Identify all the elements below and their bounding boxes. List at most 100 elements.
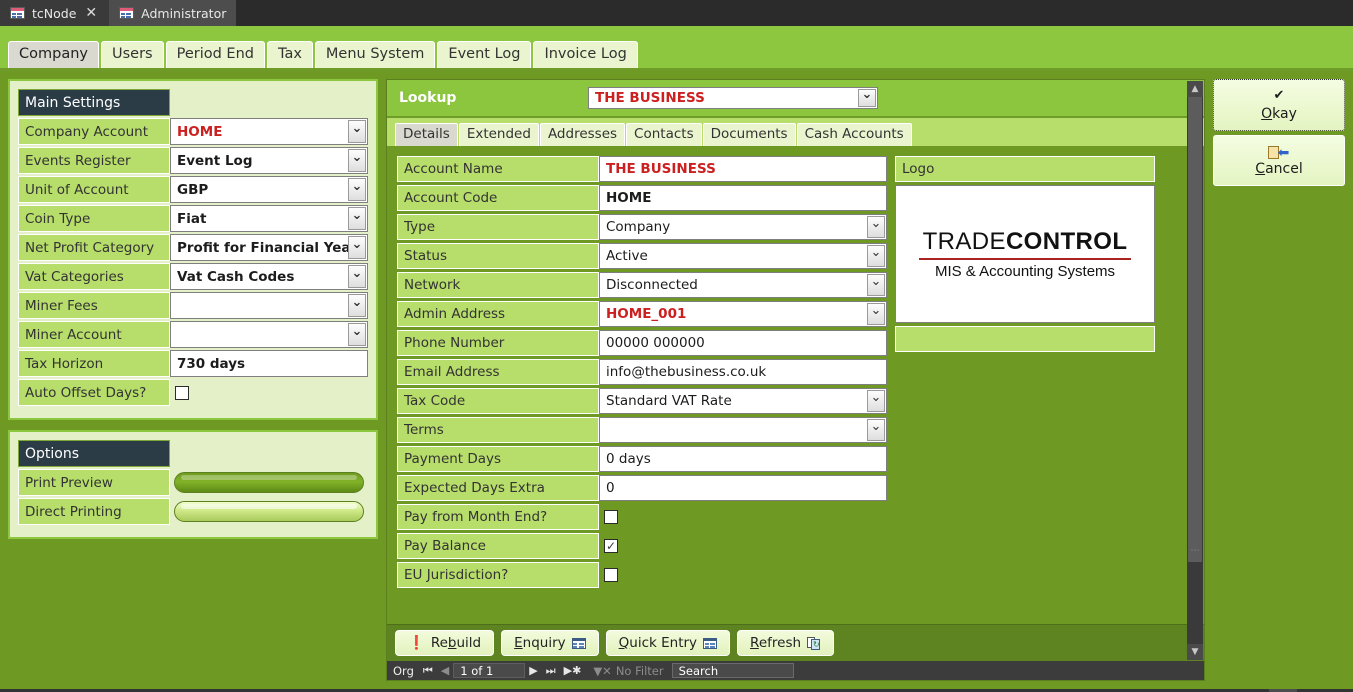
chevron-down-icon[interactable]: [348, 178, 366, 201]
field-account-code[interactable]: HOME: [599, 185, 887, 211]
field-network[interactable]: Disconnected: [599, 272, 887, 298]
quick-entry-label: Quick Entry: [618, 635, 698, 651]
scroll-track[interactable]: [1187, 97, 1203, 644]
field-payment-days[interactable]: 0 days: [599, 446, 887, 472]
field-status[interactable]: Active: [599, 243, 887, 269]
chevron-down-icon[interactable]: [867, 419, 885, 441]
checkbox-eu-jurisdiction[interactable]: [604, 568, 618, 582]
field-tax-code[interactable]: Standard VAT Rate: [599, 388, 887, 414]
chevron-down-icon[interactable]: [867, 274, 885, 296]
form-tab-strip: Details Extended Addresses Contacts Docu…: [387, 118, 1204, 146]
tab-invoice-log[interactable]: Invoice Log: [533, 41, 638, 68]
form-tab-extended[interactable]: Extended: [458, 123, 539, 146]
record-form-panel: Lookup THE BUSINESS Details Extended Add…: [386, 79, 1205, 681]
tab-event-log[interactable]: Event Log: [437, 41, 532, 68]
chevron-down-icon[interactable]: [348, 323, 366, 346]
row-auto-offset-days: Auto Offset Days?: [18, 379, 368, 406]
tab-company[interactable]: Company: [8, 41, 99, 68]
field-coin-type[interactable]: Fiat: [170, 205, 368, 232]
value-status: Active: [606, 248, 648, 264]
field-terms[interactable]: [599, 417, 887, 443]
label-admin-address: Admin Address: [397, 301, 599, 327]
label-eu-jurisdiction: EU Jurisdiction?: [397, 562, 599, 588]
field-events-register[interactable]: Event Log: [170, 147, 368, 174]
previous-record-button[interactable]: ◀: [437, 664, 453, 677]
record-position[interactable]: 1 of 1: [453, 663, 526, 678]
field-phone-number[interactable]: 00000 000000: [599, 330, 887, 356]
refresh-button[interactable]: Refresh ↻: [737, 630, 835, 656]
field-company-account[interactable]: HOME: [170, 118, 368, 145]
field-type[interactable]: Company: [599, 214, 887, 240]
chevron-down-icon[interactable]: [348, 265, 366, 288]
search-input[interactable]: Search: [671, 663, 794, 678]
scroll-thumb[interactable]: [1188, 97, 1202, 562]
form-tab-details[interactable]: Details: [395, 123, 458, 146]
label-payment-days: Payment Days: [397, 446, 599, 472]
chevron-down-icon[interactable]: [348, 294, 366, 317]
form-vertical-scrollbar[interactable]: ▲ ▼: [1187, 81, 1203, 660]
row-miner-account: Miner Account: [18, 321, 368, 348]
quick-entry-button[interactable]: Quick Entry: [605, 630, 731, 656]
checkbox-pay-from-month-end[interactable]: [604, 510, 618, 524]
field-miner-fees[interactable]: [170, 292, 368, 319]
tab-menu-system[interactable]: Menu System: [314, 41, 436, 68]
value-expected-days-extra: 0: [606, 480, 615, 496]
form-tab-contacts[interactable]: Contacts: [626, 123, 702, 146]
field-miner-account[interactable]: [170, 321, 368, 348]
chevron-down-icon[interactable]: [858, 89, 876, 107]
chevron-down-icon[interactable]: [867, 245, 885, 267]
form-tab-cash-accounts[interactable]: Cash Accounts: [796, 123, 912, 146]
toggle-direct-printing[interactable]: [174, 501, 364, 522]
field-net-profit-category[interactable]: Profit for Financial Year: [170, 234, 368, 261]
row-network: Network Disconnected: [397, 272, 887, 298]
close-icon[interactable]: ✕: [83, 6, 99, 20]
logo-column: Logo TRADECONTROL MIS & Accounting Syste…: [895, 156, 1155, 614]
field-vat-categories[interactable]: Vat Cash Codes: [170, 263, 368, 290]
options-header-row: Options: [18, 440, 368, 467]
chevron-down-icon[interactable]: [348, 236, 366, 259]
tab-users[interactable]: Users: [100, 41, 164, 68]
chevron-down-icon[interactable]: [348, 149, 366, 172]
window-tab-tcnode[interactable]: tcNode ✕: [0, 0, 110, 26]
field-tax-horizon[interactable]: 730 days: [170, 350, 368, 377]
filter-status[interactable]: ▼✕ No Filter: [585, 664, 671, 678]
scroll-up-icon[interactable]: ▲: [1187, 81, 1203, 97]
last-record-button[interactable]: ⏭: [542, 664, 560, 678]
cell-pay-balance: ✓: [599, 533, 887, 559]
enquiry-button[interactable]: Enquiry: [501, 630, 599, 656]
window-tab-administrator[interactable]: Administrator: [109, 0, 237, 26]
tab-period-end[interactable]: Period End: [165, 41, 265, 68]
chevron-down-icon[interactable]: [348, 120, 366, 143]
okay-button[interactable]: ✔ Okay: [1213, 79, 1345, 131]
lookup-combo[interactable]: THE BUSINESS: [588, 87, 878, 109]
label-network: Network: [397, 272, 599, 298]
row-pay-balance: Pay Balance ✓: [397, 533, 887, 559]
label-miner-account: Miner Account: [18, 321, 170, 348]
field-unit-of-account[interactable]: GBP: [170, 176, 368, 203]
checkbox-auto-offset-days[interactable]: [175, 385, 189, 400]
rebuild-button[interactable]: ❗ Rebuild: [395, 630, 495, 656]
chevron-down-icon[interactable]: [867, 216, 885, 238]
chevron-down-icon[interactable]: [867, 390, 885, 412]
field-email-address[interactable]: info@thebusiness.co.uk: [599, 359, 887, 385]
tab-tax[interactable]: Tax: [266, 41, 313, 68]
brand-rule: [919, 258, 1131, 260]
field-account-name[interactable]: THE BUSINESS: [599, 156, 887, 182]
label-expected-days-extra: Expected Days Extra: [397, 475, 599, 501]
toggle-print-preview[interactable]: [174, 472, 364, 493]
grid-icon: [703, 637, 718, 649]
form-tab-documents[interactable]: Documents: [702, 123, 796, 146]
checkbox-pay-balance[interactable]: ✓: [604, 539, 618, 553]
first-record-button[interactable]: ⏮: [419, 664, 437, 678]
form-action-bar: ❗ Rebuild Enquiry Quick Entry Refresh ↻: [387, 624, 1204, 661]
row-expected-days-extra: Expected Days Extra 0: [397, 475, 887, 501]
chevron-down-icon[interactable]: [348, 207, 366, 230]
cancel-button[interactable]: ⬅ Cancel: [1213, 135, 1345, 186]
next-record-button[interactable]: ▶: [525, 664, 541, 677]
field-admin-address[interactable]: HOME_001: [599, 301, 887, 327]
chevron-down-icon[interactable]: [867, 303, 885, 325]
form-tab-addresses[interactable]: Addresses: [539, 123, 626, 146]
scroll-down-icon[interactable]: ▼: [1187, 644, 1203, 660]
new-record-button[interactable]: ▶✱: [560, 664, 586, 677]
field-expected-days-extra[interactable]: 0: [599, 475, 887, 501]
